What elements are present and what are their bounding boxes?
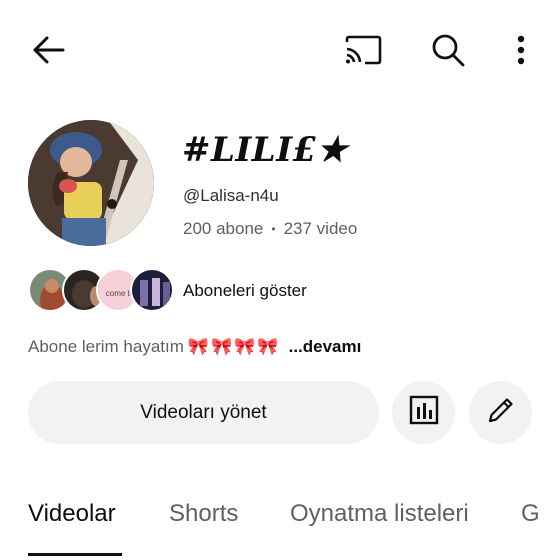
top-app-bar — [0, 0, 560, 100]
analytics-button[interactable] — [392, 381, 455, 444]
bow-emoji: 🎀 — [187, 337, 210, 356]
subscriber-avatar — [130, 268, 174, 312]
description-text: Abone lerim hayatım — [28, 337, 184, 356]
bow-emojis: 🎀 🎀 🎀 🎀 — [188, 337, 281, 357]
channel-stats: 200 abone • 237 video — [183, 219, 357, 239]
active-tab-indicator — [28, 553, 122, 556]
cast-icon[interactable] — [341, 28, 385, 72]
bow-emoji: 🎀 — [211, 337, 233, 356]
video-count: 237 video — [283, 219, 358, 238]
stats-separator: • — [271, 222, 276, 236]
bow-emoji: 🎀 — [257, 337, 279, 356]
bow-emoji: 🎀 — [234, 337, 256, 356]
channel-handle: @Lalisa-n4u — [183, 186, 279, 205]
channel-tabs: Videolar Shorts Oynatma listeleri G — [0, 480, 560, 560]
show-subscribers-link[interactable]: Aboneleri göster — [183, 281, 307, 301]
more-vert-icon[interactable] — [499, 28, 543, 72]
pencil-icon — [485, 394, 517, 431]
subscriber-count: 200 abone — [183, 219, 264, 238]
subscriber-avatars[interactable]: come to — [28, 268, 174, 312]
tab-next[interactable]: G — [521, 500, 540, 528]
tab-shorts[interactable]: Shorts — [169, 500, 238, 528]
channel-name: #LILI£★ — [182, 130, 348, 170]
edit-channel-button[interactable] — [469, 381, 532, 444]
tab-playlists[interactable]: Oynatma listeleri — [290, 500, 469, 528]
channel-avatar[interactable] — [28, 120, 154, 246]
back-arrow-icon[interactable] — [26, 28, 70, 72]
analytics-icon — [409, 395, 439, 430]
tab-videos[interactable]: Videolar — [28, 500, 116, 528]
manage-videos-button[interactable]: Videoları yönet — [28, 381, 379, 444]
search-icon[interactable] — [426, 28, 470, 72]
description-more-link[interactable]: ...devamı — [289, 337, 362, 357]
channel-description[interactable]: Abone lerim hayatım 🎀 🎀 🎀 🎀 ...devamı — [28, 337, 361, 357]
